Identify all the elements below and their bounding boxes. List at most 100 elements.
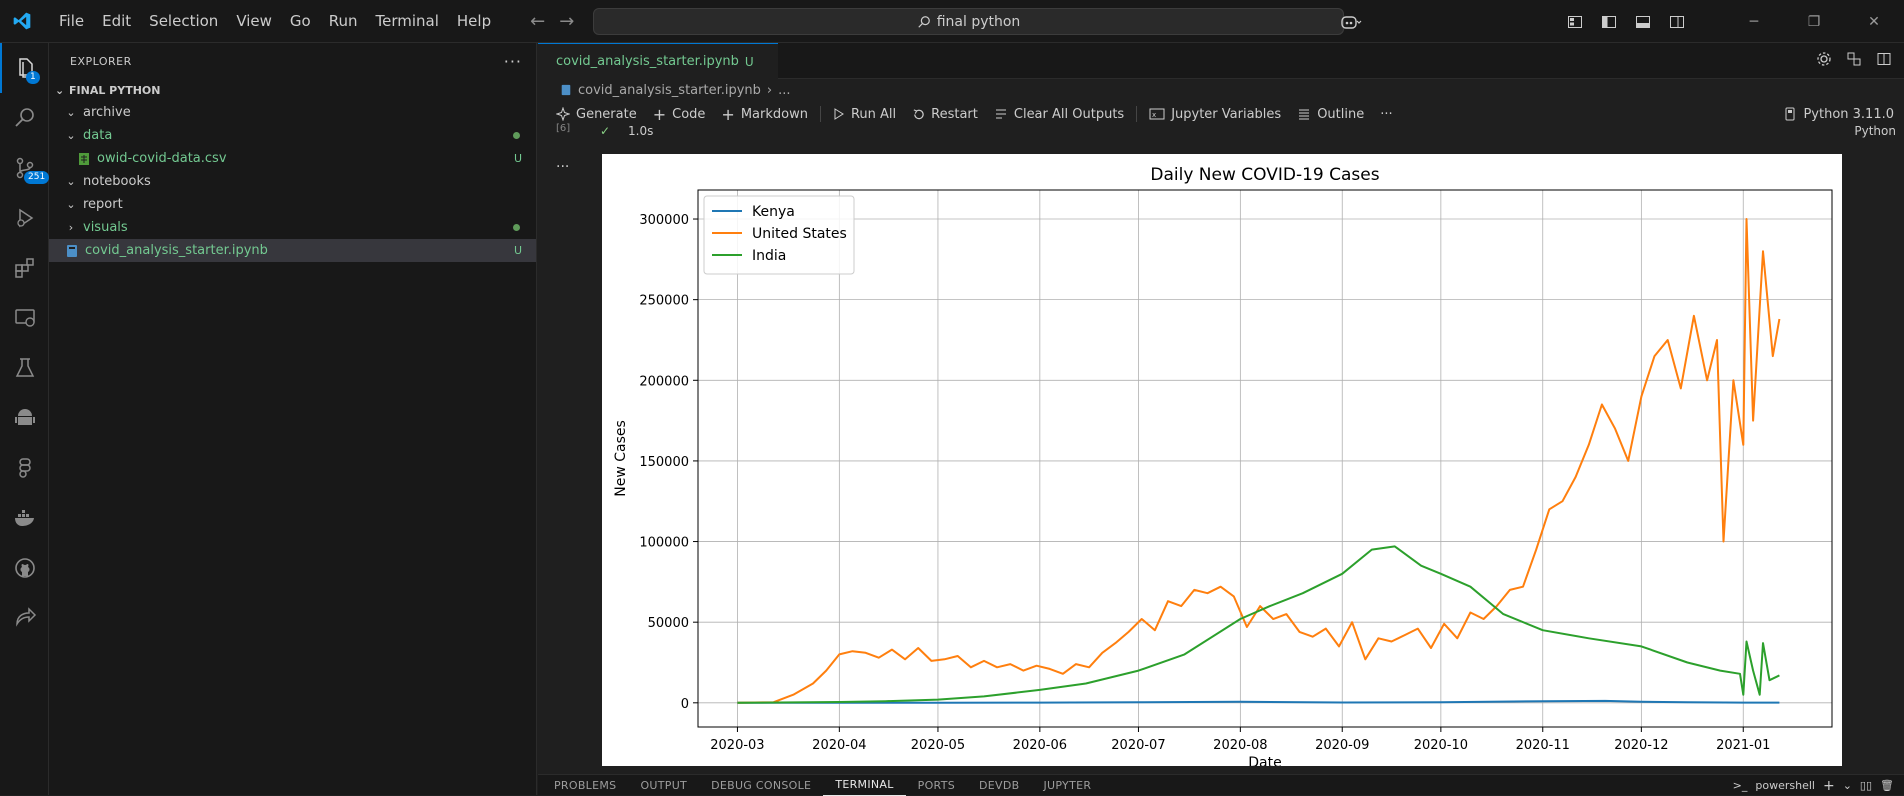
chevron-down-icon[interactable]: ⌄ bbox=[1843, 779, 1852, 792]
vscode-logo-icon bbox=[0, 0, 44, 43]
cell-output-more-icon[interactable]: ··· bbox=[556, 159, 569, 175]
outline-button[interactable]: Outline bbox=[1289, 101, 1372, 127]
x-tick-label: 2020-03 bbox=[710, 738, 764, 753]
legend-label: United States bbox=[752, 226, 847, 242]
tab-terminal[interactable]: TERMINAL bbox=[823, 774, 906, 796]
more-actions-icon[interactable]: ··· bbox=[504, 52, 522, 71]
chevron-down-icon: ⌄ bbox=[66, 175, 76, 188]
testing-icon[interactable] bbox=[0, 343, 49, 393]
more-toolbar-actions[interactable]: ··· bbox=[1372, 101, 1400, 127]
restart-button[interactable]: Restart bbox=[904, 101, 986, 127]
menu-go[interactable]: Go bbox=[281, 0, 320, 43]
menu-view[interactable]: View bbox=[227, 0, 281, 43]
tree-file-csv[interactable]: owid-covid-data.csv U bbox=[49, 147, 536, 170]
variables-label: Jupyter Variables bbox=[1171, 106, 1282, 122]
split-editor-icon[interactable] bbox=[1876, 51, 1892, 71]
cell-language[interactable]: Python bbox=[1854, 124, 1896, 138]
explorer-icon[interactable]: 1 bbox=[0, 43, 49, 93]
menu-file[interactable]: File bbox=[50, 0, 93, 43]
toggle-primary-sidebar-icon[interactable] bbox=[1592, 0, 1626, 43]
trash-icon[interactable]: 🗑 bbox=[1880, 779, 1894, 792]
menu-selection[interactable]: Selection bbox=[140, 0, 227, 43]
kernel-label: Python 3.11.0 bbox=[1803, 106, 1894, 122]
clear-all-icon bbox=[995, 109, 1006, 119]
source-control-icon[interactable]: 251 bbox=[0, 143, 50, 193]
toggle-panel-icon[interactable] bbox=[1626, 0, 1660, 43]
chevron-right-icon: › bbox=[766, 82, 773, 98]
toolbar-divider bbox=[819, 106, 821, 122]
forward-arrow-icon[interactable]: → bbox=[559, 11, 574, 32]
breadcrumb-more[interactable]: ... bbox=[778, 83, 790, 98]
tree-label: notebooks bbox=[83, 174, 151, 189]
menu-terminal[interactable]: Terminal bbox=[367, 0, 448, 43]
toggle-secondary-sidebar-icon[interactable] bbox=[1660, 0, 1694, 43]
settings-gear-icon[interactable] bbox=[1816, 51, 1832, 71]
variables-icon: x bbox=[1149, 108, 1165, 120]
search-icon[interactable] bbox=[0, 93, 49, 143]
tree-folder-data[interactable]: ⌄ data bbox=[49, 124, 536, 147]
tree-folder-archive[interactable]: ⌄ archive bbox=[49, 101, 536, 124]
minimize-icon[interactable]: ─ bbox=[1724, 14, 1784, 30]
legend-label: Kenya bbox=[752, 204, 795, 220]
remote-explorer-icon[interactable] bbox=[0, 293, 49, 343]
check-icon: ✓ bbox=[600, 124, 611, 138]
back-arrow-icon[interactable]: ← bbox=[530, 11, 545, 32]
line-chart: 0 50000 100000 150000 200000 250000 300000 2020… bbox=[613, 165, 1833, 766]
figma-icon[interactable] bbox=[0, 443, 49, 493]
tree-folder-report[interactable]: ⌄ report bbox=[49, 193, 536, 216]
tree-folder-visuals[interactable]: › visuals bbox=[49, 216, 536, 239]
chart-title: Daily New COVID-19 Cases bbox=[1150, 165, 1379, 185]
git-status-untracked: U bbox=[513, 244, 522, 257]
workspace-section[interactable]: ⌄ FINAL PYTHON bbox=[49, 79, 536, 101]
add-code-cell-button[interactable]: + Code bbox=[645, 101, 714, 127]
menu-help[interactable]: Help bbox=[448, 0, 500, 43]
notebook-toolbar: Generate + Code + Markdown Run All Resta… bbox=[538, 101, 1904, 127]
run-debug-icon[interactable] bbox=[0, 193, 49, 243]
workspace-title: FINAL PYTHON bbox=[69, 83, 161, 97]
new-terminal-icon[interactable]: + bbox=[1823, 778, 1835, 794]
x-tick-label: 2020-12 bbox=[1614, 738, 1668, 753]
tab-output[interactable]: OUTPUT bbox=[628, 775, 699, 796]
y-tick-label: 100000 bbox=[639, 536, 689, 551]
add-markdown-cell-button[interactable]: + Markdown bbox=[713, 101, 816, 127]
tab-ports[interactable]: PORTS bbox=[906, 775, 967, 796]
live-share-icon[interactable] bbox=[0, 593, 49, 643]
sparkle-icon bbox=[556, 107, 570, 121]
tab-jupyter[interactable]: JUPYTER bbox=[1031, 775, 1103, 796]
android-icon[interactable] bbox=[0, 393, 49, 443]
breadcrumb-file[interactable]: covid_analysis_starter.ipynb bbox=[578, 83, 761, 98]
tree-file-notebook[interactable]: covid_analysis_starter.ipynb U bbox=[49, 239, 536, 262]
outline-icon bbox=[1299, 109, 1310, 120]
notebook-editor: covid_analysis_starter.ipynb U covid_ana… bbox=[538, 43, 1904, 795]
terminal-icon: >_ bbox=[1732, 779, 1748, 792]
command-center[interactable]: final python bbox=[593, 8, 1344, 35]
run-all-button[interactable]: Run All bbox=[825, 101, 904, 127]
cell-time: 1.0s bbox=[628, 124, 654, 138]
tab-devdb[interactable]: DEVDB bbox=[967, 775, 1031, 796]
clear-outputs-button[interactable]: Clear All Outputs bbox=[986, 101, 1132, 127]
tab-problems[interactable]: PROBLEMS bbox=[542, 775, 628, 796]
menu-run[interactable]: Run bbox=[320, 0, 367, 43]
docker-icon[interactable] bbox=[0, 493, 49, 543]
github-icon[interactable] bbox=[0, 543, 49, 593]
customize-layout-icon[interactable] bbox=[1558, 0, 1592, 43]
jupyter-variables-button[interactable]: x Jupyter Variables bbox=[1141, 101, 1289, 127]
x-tick-label: 2020-07 bbox=[1111, 738, 1165, 753]
extensions-icon[interactable] bbox=[0, 243, 49, 293]
restore-icon[interactable]: ❐ bbox=[1784, 14, 1844, 30]
restart-icon bbox=[913, 108, 924, 119]
search-icon bbox=[918, 15, 930, 28]
tab-debug-console[interactable]: DEBUG CONSOLE bbox=[699, 775, 823, 796]
tab-notebook[interactable]: covid_analysis_starter.ipynb U bbox=[538, 43, 778, 79]
copilot-icon[interactable] bbox=[1334, 0, 1368, 43]
modified-dot bbox=[513, 224, 520, 231]
close-icon[interactable]: ✕ bbox=[1844, 14, 1904, 30]
compare-changes-icon[interactable] bbox=[1846, 51, 1862, 71]
menu-edit[interactable]: Edit bbox=[93, 0, 140, 43]
tree-folder-notebooks[interactable]: ⌄ notebooks bbox=[49, 170, 536, 193]
plot-frame bbox=[697, 189, 1833, 728]
run-all-label: Run All bbox=[850, 106, 897, 122]
split-terminal-icon[interactable]: ▯▯ bbox=[1860, 779, 1872, 792]
terminal-name[interactable]: powershell bbox=[1755, 779, 1815, 792]
restart-label: Restart bbox=[931, 106, 978, 122]
